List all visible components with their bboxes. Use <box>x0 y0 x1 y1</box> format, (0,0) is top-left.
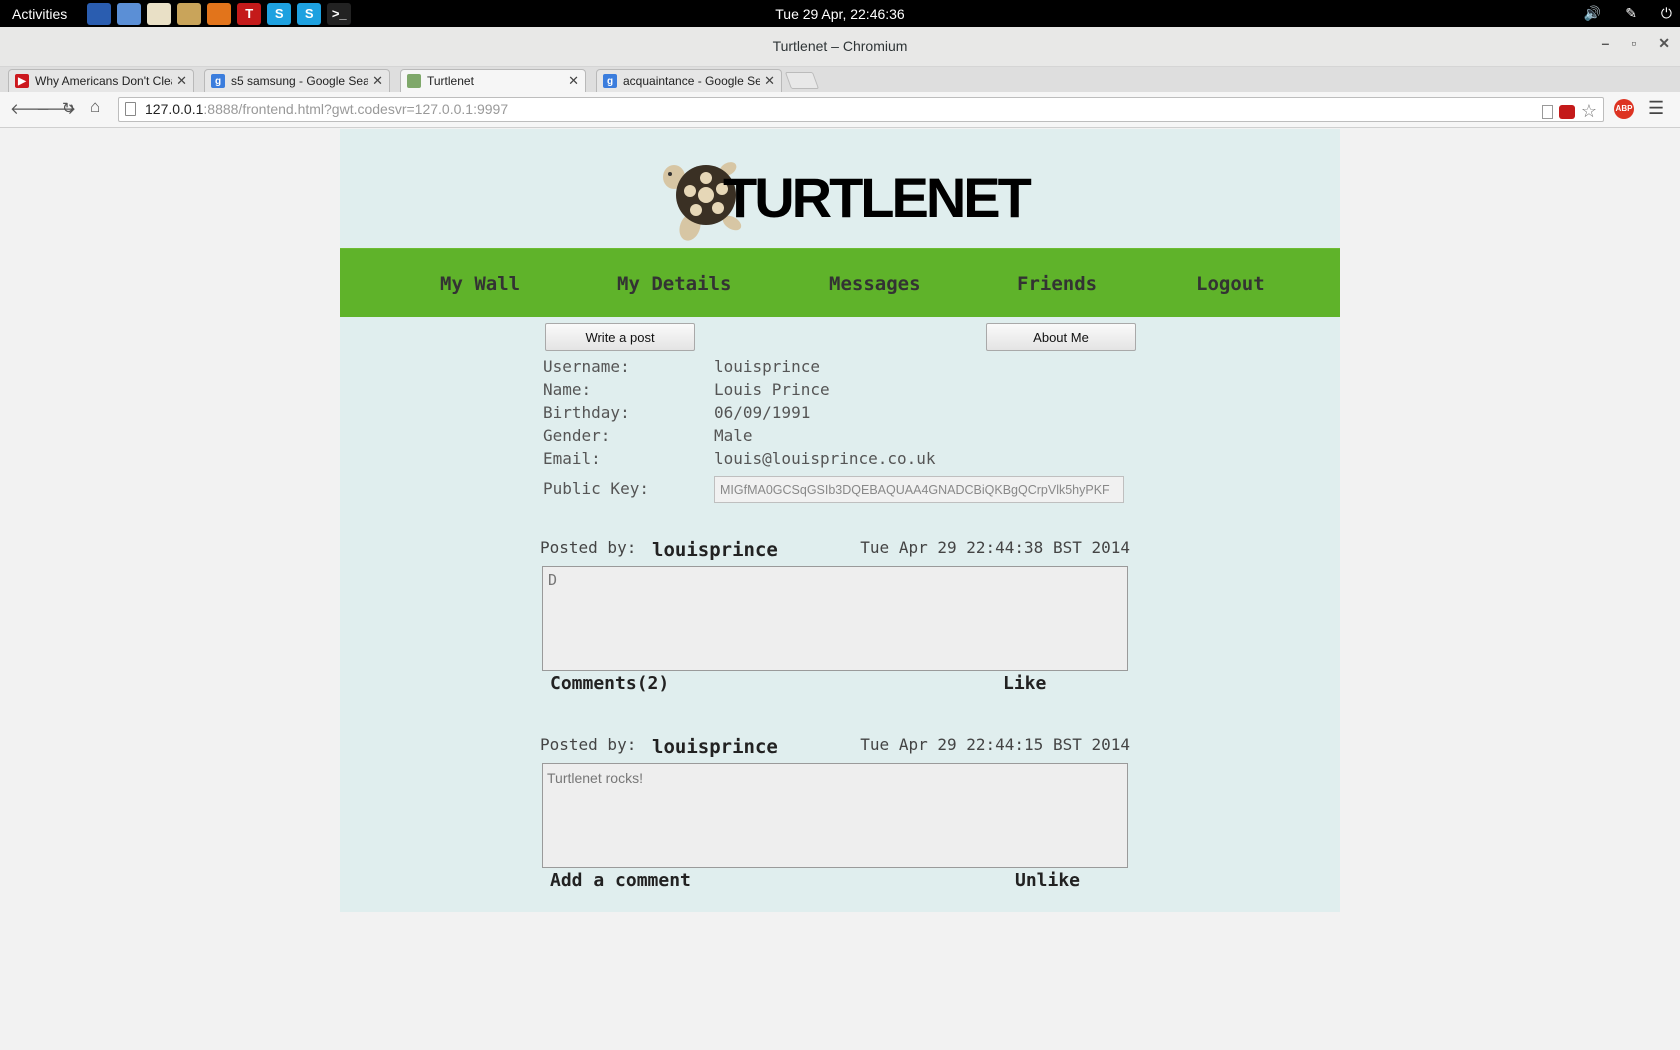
turtle-favicon-icon <box>407 74 421 88</box>
skype-icon-2[interactable]: S <box>297 2 322 25</box>
window-controls: – ▫ ✕ <box>1602 35 1671 52</box>
tab-title: s5 samsung - Google Sear <box>231 74 369 88</box>
post-author[interactable]: louisprince <box>652 736 778 758</box>
email-value: louis@louisprince.co.uk <box>714 449 936 468</box>
tab-google-samsung[interactable]: g s5 samsung - Google Sear ✕ <box>204 69 390 92</box>
nav-messages[interactable]: Messages <box>829 273 921 295</box>
tab-close-icon[interactable]: ✕ <box>176 73 187 89</box>
like-link[interactable]: Like <box>1003 673 1046 694</box>
comments-link[interactable]: Comments(2) <box>550 673 669 694</box>
post-date: Tue Apr 29 22:44:15 BST 2014 <box>860 735 1130 754</box>
close-window-button[interactable]: ✕ <box>1658 35 1670 52</box>
name-value: Louis Prince <box>714 380 830 399</box>
wall-post: Posted by: louisprince Tue Apr 29 22:44:… <box>540 538 1130 728</box>
bookmark-star-icon[interactable]: ☆ <box>1581 101 1597 122</box>
unlike-link[interactable]: Unlike <box>1015 870 1080 891</box>
shell-icon[interactable]: >_ <box>327 2 352 25</box>
url-host: 127.0.0.1 <box>145 101 204 117</box>
power-icon[interactable]: ⏻ <box>1661 5 1672 22</box>
tab-close-icon[interactable]: ✕ <box>568 73 579 89</box>
firefox-icon[interactable] <box>207 2 232 25</box>
browser-toolbar: 🡐 🡒 ↻ ⌂ 127.0.0.1:8888/frontend.html?gwt… <box>0 92 1680 128</box>
new-tab-button[interactable] <box>784 72 820 89</box>
post-header: Posted by: louisprince Tue Apr 29 22:44:… <box>540 735 1130 761</box>
lock-icon[interactable] <box>1541 104 1553 119</box>
terminal-monitor-icon[interactable] <box>87 2 112 25</box>
tab-google-acquaintance[interactable]: g acquaintance - Google Sea ✕ <box>596 69 782 92</box>
turtle-extension-icon[interactable] <box>1558 104 1575 119</box>
turtlenet-page: TURTLENET My Wall My Details Messages Fr… <box>340 129 1340 912</box>
nav-logout[interactable]: Logout <box>1196 273 1265 295</box>
post-body[interactable]: Turtlenet rocks! <box>542 763 1128 868</box>
tab-youtube[interactable]: ▶ Why Americans Don't Clea ✕ <box>8 69 194 92</box>
posted-by-label: Posted by: <box>540 735 637 754</box>
activities-button[interactable]: Activities <box>0 6 79 22</box>
tab-close-icon[interactable]: ✕ <box>764 73 775 89</box>
address-bar[interactable]: 127.0.0.1:8888/frontend.html?gwt.codesvr… <box>118 97 1604 122</box>
skype-icon[interactable]: S <box>267 2 292 25</box>
chromium-icon[interactable] <box>117 2 142 25</box>
turtlenet-logo: TURTLENET <box>656 147 1032 243</box>
text-editor-icon[interactable] <box>147 2 172 25</box>
youtube-favicon-icon: ▶ <box>15 74 29 88</box>
email-label: Email: <box>543 449 601 468</box>
nav-my-wall[interactable]: My Wall <box>440 273 520 295</box>
google-favicon-icon: g <box>603 74 617 88</box>
gender-label: Gender: <box>543 426 611 445</box>
tab-title: Turtlenet <box>427 74 474 88</box>
birthday-label: Birthday: <box>543 403 630 422</box>
tab-close-icon[interactable]: ✕ <box>372 73 383 89</box>
username-label: Username: <box>543 357 630 376</box>
about-me-button[interactable]: About Me <box>986 323 1136 351</box>
public-key-field[interactable]: MIGfMA0GCSqGSIb3DQEBAQUAA4GNADCBiQKBgQCr… <box>714 476 1124 503</box>
nav-friends[interactable]: Friends <box>1017 273 1097 295</box>
window-title: Turtlenet – Chromium <box>772 38 908 54</box>
system-tray: 🔊 ✎ ⏻ <box>1584 0 1672 27</box>
username-value: louisprince <box>714 357 820 376</box>
wall-post: Posted by: louisprince Tue Apr 29 22:44:… <box>540 735 1130 925</box>
birthday-value: 06/09/1991 <box>714 403 811 422</box>
add-comment-link[interactable]: Add a comment <box>550 870 691 891</box>
minimize-button[interactable]: – <box>1602 35 1610 52</box>
reload-icon[interactable]: ↻ <box>62 99 75 117</box>
public-key-label: Public Key: <box>543 479 649 498</box>
google-favicon-icon: g <box>211 74 225 88</box>
omnibox-actions: ☆ <box>1541 101 1597 122</box>
url-path: :8888/frontend.html?gwt.codesvr=127.0.0.… <box>203 101 509 117</box>
tab-strip: ▶ Why Americans Don't Clea ✕ g s5 samsun… <box>0 67 1680 92</box>
gnome-top-bar: Activities T S S >_ Tue 29 Apr, 22:46:36 🔊 … <box>0 0 1680 27</box>
files-icon[interactable] <box>177 2 202 25</box>
post-author[interactable]: louisprince <box>652 539 778 561</box>
post-body[interactable]: D <box>542 566 1128 671</box>
main-nav: My Wall My Details Messages Friends Logo… <box>340 248 1340 317</box>
launcher-bar: T S S >_ <box>87 2 352 25</box>
window-titlebar: Turtlenet – Chromium – ▫ ✕ <box>0 27 1680 67</box>
adblock-icon[interactable]: ABP <box>1614 98 1634 119</box>
page-icon <box>125 102 136 116</box>
volume-icon[interactable]: 🔊 <box>1584 5 1601 22</box>
gender-value: Male <box>714 426 753 445</box>
extension-area: ABP ☰ <box>1614 98 1664 119</box>
network-icon[interactable]: ✎ <box>1625 5 1637 22</box>
logo-text: TURTLENET <box>723 166 1032 229</box>
tab-turtlenet[interactable]: Turtlenet ✕ <box>400 69 586 92</box>
maximize-button[interactable]: ▫ <box>1631 35 1636 52</box>
menu-icon[interactable]: ☰ <box>1648 98 1664 119</box>
post-date: Tue Apr 29 22:44:38 BST 2014 <box>860 538 1130 557</box>
posted-by-label: Posted by: <box>540 538 637 557</box>
nav-my-details[interactable]: My Details <box>617 273 731 295</box>
tab-title: acquaintance - Google Sea <box>623 74 761 88</box>
write-post-button[interactable]: Write a post <box>545 323 695 351</box>
tab-title: Why Americans Don't Clea <box>35 74 173 88</box>
home-icon[interactable]: ⌂ <box>90 97 100 117</box>
name-label: Name: <box>543 380 592 399</box>
post-header: Posted by: louisprince Tue Apr 29 22:44:… <box>540 538 1130 564</box>
turtle-app-icon[interactable]: T <box>237 2 262 25</box>
